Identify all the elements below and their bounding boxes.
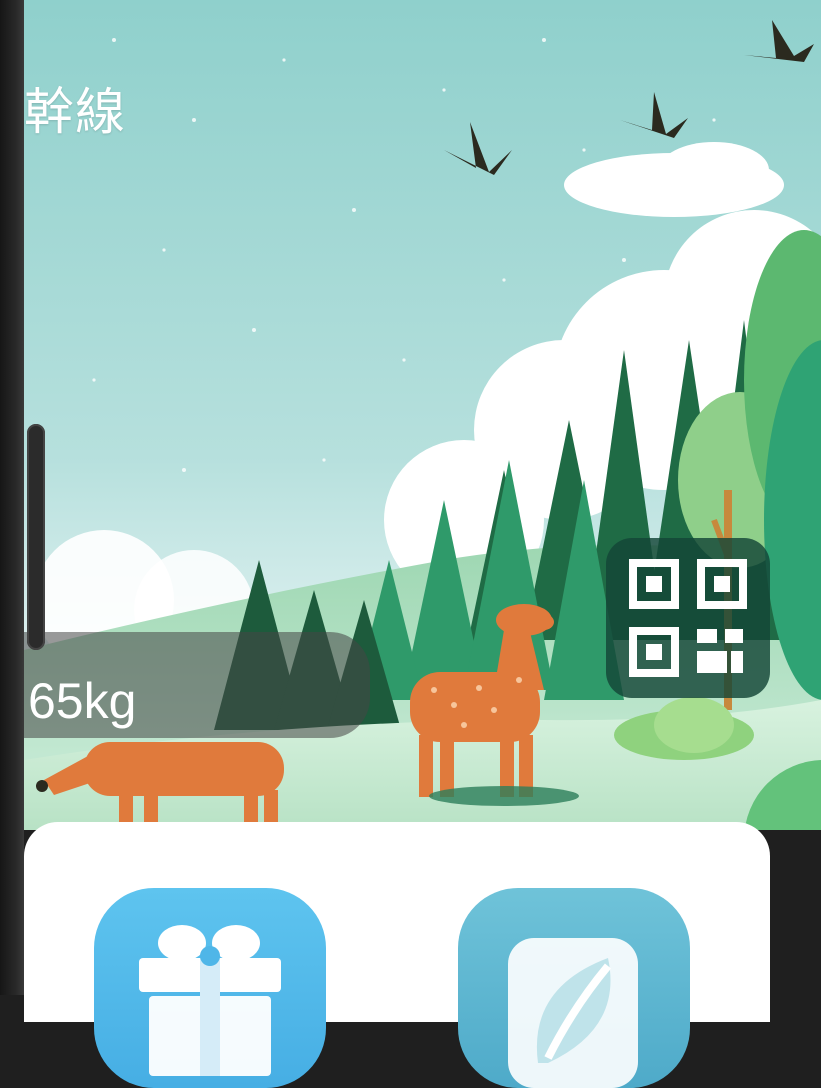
leaf-icon: [508, 938, 638, 1088]
bottom-panel: [24, 822, 770, 1088]
carbon-saved-value: 65kg: [28, 673, 137, 729]
leaf-button[interactable]: [458, 888, 690, 1088]
gift-icon: [139, 925, 281, 1076]
device-side-button: [27, 424, 45, 650]
qr-code-button[interactable]: [606, 538, 770, 698]
gift-button[interactable]: [94, 888, 326, 1088]
qr-code-icon: [629, 559, 747, 677]
route-title: 幹線: [24, 83, 126, 141]
device-edge: [0, 0, 24, 995]
